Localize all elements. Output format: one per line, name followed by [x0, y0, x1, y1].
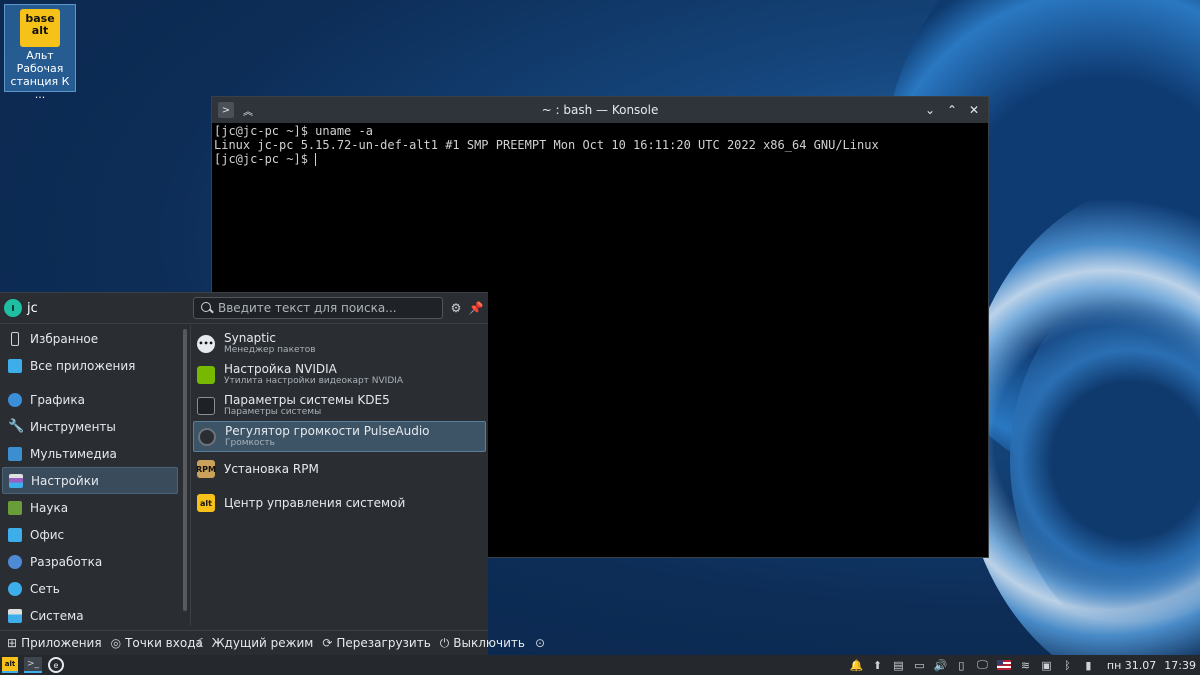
- app-nvidia-settings[interactable]: Настройка NVIDIA Утилита настройки видеок…: [193, 359, 486, 390]
- bluetooth-icon[interactable]: ᛒ: [1061, 659, 1074, 672]
- control-center-icon: alt: [197, 494, 215, 512]
- more-options-button[interactable]: ⊙: [535, 636, 549, 650]
- app-rpm-install[interactable]: RPM Установка RPM: [193, 452, 486, 486]
- terminal-menu-icon[interactable]: >: [218, 102, 234, 118]
- window-controls: ⌄ ⌃ ✕: [922, 102, 988, 118]
- category-scrollbar[interactable]: [183, 329, 187, 611]
- terminal-line: Linux jc-pc 5.15.72-un-def-alt1 #1 SMP P…: [214, 138, 879, 152]
- category-development[interactable]: Разработка: [2, 548, 178, 575]
- device-icon[interactable]: ▯: [955, 659, 968, 672]
- avatar[interactable]: [4, 299, 22, 317]
- category-tools[interactable]: 🔧 Инструменты: [2, 413, 178, 440]
- synaptic-icon: •••: [197, 334, 215, 353]
- bookmark-icon: [11, 331, 19, 346]
- basealt-logo-icon: base alt: [20, 9, 60, 47]
- battery-icon[interactable]: ▭: [913, 659, 926, 672]
- system-icon: [8, 608, 22, 623]
- desktop-icon-label: Альт Рабочая станция К ...: [10, 49, 70, 101]
- wifi-icon[interactable]: ≋: [1019, 659, 1032, 672]
- wrench-icon: 🔧: [8, 418, 25, 434]
- maximize-icon[interactable]: ⌃: [944, 102, 960, 118]
- kde-settings-icon: [197, 396, 215, 415]
- menu-footer: ⊞ Приложения ◎ Точки входа ☾ Ждущий режи…: [0, 630, 545, 655]
- nvidia-icon: [197, 365, 215, 384]
- system-tray: 🔔 ⬆ ▤ ▭ 🔊 ▯ 🖵 ≋ ▣ ᛒ ▮ пн 31.07 17:39: [850, 658, 1200, 672]
- window-title: ~ : bash — Konsole: [541, 103, 659, 117]
- battery-status-icon[interactable]: ▮: [1082, 659, 1095, 672]
- sleep-icon: ☾: [196, 636, 208, 650]
- network-icon[interactable]: ▣: [1040, 659, 1053, 672]
- tab-applications[interactable]: ⊞ Приложения: [7, 636, 102, 650]
- multimedia-icon: [8, 446, 22, 461]
- reboot-icon: ⟳: [322, 636, 333, 650]
- category-science[interactable]: Наука: [2, 494, 178, 521]
- app-control-center[interactable]: alt Центр управления системой: [193, 486, 486, 520]
- category-multimedia[interactable]: Мультимедиа: [2, 440, 178, 467]
- grid-icon: [8, 358, 22, 373]
- category-list: Избранное Все приложения Графика 🔧 Инстр…: [0, 325, 180, 625]
- display-icon[interactable]: 🖵: [976, 658, 989, 672]
- application-list: ••• Synaptic Менеджер пакетов Настройка N…: [193, 328, 486, 520]
- power-icon: ⏻: [439, 635, 450, 650]
- keyboard-layout-flag-icon[interactable]: [996, 660, 1011, 670]
- minimize-icon[interactable]: ⌄: [922, 102, 938, 118]
- keep-above-icon[interactable]: ︽: [240, 102, 256, 118]
- office-icon: [8, 527, 22, 542]
- menu-header: jc ⚙ 📌: [0, 293, 488, 324]
- search-input[interactable]: [218, 301, 438, 315]
- user-name: jc: [27, 300, 38, 316]
- volume-knob-icon: [198, 427, 216, 446]
- app-kde-system-settings[interactable]: Параметры системы KDE5 Параметры системы: [193, 390, 486, 421]
- terminal-line: [jc@jc-pc ~]$ uname -a: [214, 124, 373, 138]
- category-network[interactable]: Сеть: [2, 575, 178, 602]
- application-launcher-menu: jc ⚙ 📌 Избранное Все приложения Графика …: [0, 292, 545, 655]
- application-launcher-button[interactable]: alt: [2, 657, 18, 673]
- graphics-icon: [8, 392, 22, 407]
- category-graphics[interactable]: Графика: [2, 386, 178, 413]
- reboot-button[interactable]: ⟳ Перезагрузить: [322, 636, 430, 650]
- volume-icon[interactable]: 🔊: [934, 659, 948, 672]
- tab-places[interactable]: ◎ Точки входа: [111, 636, 203, 650]
- grid-icon: ⊞: [7, 636, 18, 650]
- network-icon: [8, 581, 22, 596]
- menu-divider: [190, 325, 191, 625]
- more-icon: ⊙: [534, 636, 546, 650]
- text-cursor: [315, 153, 317, 166]
- category-all-applications[interactable]: Все приложения: [2, 352, 178, 379]
- rpm-icon: RPM: [196, 460, 216, 478]
- taskbar-konsole[interactable]: >_: [24, 657, 42, 673]
- app-pulseaudio-volume[interactable]: Регулятор громкости PulseAudio Громкость: [193, 421, 486, 452]
- search-icon: [200, 301, 214, 315]
- clock-date: пн 31.07: [1106, 658, 1157, 672]
- clock-time: 17:39: [1164, 658, 1196, 672]
- taskbar-browser-icon[interactable]: e: [48, 657, 64, 673]
- desktop-icon-alt-workstation[interactable]: base alt Альт Рабочая станция К ...: [4, 4, 76, 101]
- science-icon: [8, 500, 22, 515]
- search-box[interactable]: [193, 297, 443, 319]
- close-icon[interactable]: ✕: [966, 102, 982, 118]
- updates-icon[interactable]: ⬆: [871, 659, 884, 672]
- compass-icon: ◎: [110, 636, 122, 650]
- clipboard-icon[interactable]: ▤: [892, 659, 905, 672]
- category-settings[interactable]: Настройки: [2, 467, 178, 494]
- notifications-icon[interactable]: 🔔: [850, 659, 864, 672]
- clock[interactable]: пн 31.07 17:39: [1107, 659, 1196, 672]
- sleep-button[interactable]: ☾ Ждущий режим: [197, 636, 313, 650]
- taskbar: alt >_ e 🔔 ⬆ ▤ ▭ 🔊 ▯ 🖵 ≋ ▣ ᛒ ▮ пн 31.07 …: [0, 655, 1200, 675]
- konsole-titlebar[interactable]: > ︽ ~ : bash — Konsole ⌄ ⌃ ✕: [212, 97, 988, 123]
- configure-icon[interactable]: ⚙: [448, 300, 464, 316]
- category-office[interactable]: Офис: [2, 521, 178, 548]
- category-favorites[interactable]: Избранное: [2, 325, 178, 352]
- category-system[interactable]: Система: [2, 602, 178, 625]
- terminal-prompt-line: [jc@jc-pc ~]$: [214, 152, 986, 166]
- app-synaptic[interactable]: ••• Synaptic Менеджер пакетов: [193, 328, 486, 359]
- terminal-line: [jc@jc-pc ~]$: [214, 152, 316, 166]
- pin-icon[interactable]: 📌: [468, 300, 484, 316]
- shutdown-button[interactable]: ⏻ Выключить: [440, 636, 525, 651]
- settings-icon: [9, 473, 23, 488]
- development-icon: [8, 554, 22, 569]
- terminal-output[interactable]: [jc@jc-pc ~]$ uname -a Linux jc-pc 5.15.7…: [212, 123, 988, 167]
